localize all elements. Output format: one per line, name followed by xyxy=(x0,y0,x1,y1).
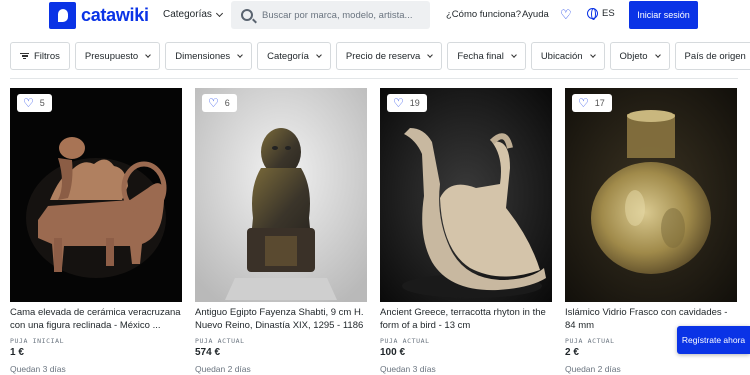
bid-value: 1 € xyxy=(10,347,24,358)
filter-location[interactable]: Ubicación xyxy=(530,42,605,70)
heart-icon: ♡ xyxy=(23,96,34,110)
catawiki-logo[interactable]: catawiki xyxy=(49,2,149,29)
time-left: Quedan 2 días xyxy=(565,364,621,374)
filter-country[interactable]: País de origen xyxy=(674,42,750,70)
heart-icon: ♡ xyxy=(578,96,589,110)
filter-object[interactable]: Objeto xyxy=(609,42,670,70)
chevron-down-icon xyxy=(215,9,223,17)
favorite-button[interactable]: ♡ 19 xyxy=(387,94,427,112)
filter-end-date[interactable]: Fecha final xyxy=(447,42,526,70)
filter-label: Dimensiones xyxy=(175,50,231,62)
favorites-heart-icon[interactable]: ♡ xyxy=(560,8,572,21)
chevron-down-icon xyxy=(654,51,661,58)
filter-budget[interactable]: Presupuesto xyxy=(74,42,161,70)
bid-value: 100 € xyxy=(380,347,406,358)
help-link[interactable]: Ayuda xyxy=(522,9,549,20)
filter-label: Objeto xyxy=(619,50,648,62)
favorite-count: 17 xyxy=(594,98,605,108)
register-button[interactable]: Regístrate ahora xyxy=(677,326,750,354)
filter-bar: Filtros Presupuesto Dimensiones Categorí… xyxy=(10,42,750,70)
how-it-works-link[interactable]: ¿Cómo funciona? xyxy=(446,9,521,20)
lot-card[interactable]: ♡ 19 Ancient Greece, terracotta rhyton i… xyxy=(380,88,552,374)
lot-image[interactable]: ♡ 5 xyxy=(10,88,182,302)
filter-label: Ubicación xyxy=(540,50,583,62)
search-bar[interactable] xyxy=(231,1,430,29)
login-button[interactable]: Iniciar sesión xyxy=(629,1,698,29)
filter-label: Filtros xyxy=(34,50,60,62)
filters-button[interactable]: Filtros xyxy=(10,42,70,70)
divider xyxy=(10,78,738,79)
search-input[interactable] xyxy=(262,9,422,21)
favorite-count: 5 xyxy=(39,98,45,108)
lot-image[interactable]: ♡ 19 xyxy=(380,88,552,302)
globe-icon xyxy=(587,8,598,20)
time-left: Quedan 3 días xyxy=(380,364,436,374)
favorite-button[interactable]: ♡ 5 xyxy=(17,94,52,112)
lot-card[interactable]: ♡ 6 Antiguo Egipto Fayenza Shabti, 9 cm … xyxy=(195,88,367,374)
chevron-down-icon xyxy=(510,51,517,58)
time-left: Quedan 2 días xyxy=(195,364,251,374)
lot-card[interactable]: ♡ 5 Cama elevada de cerámica veracruzana… xyxy=(10,88,182,374)
favorite-count: 6 xyxy=(224,98,230,108)
language-selector[interactable]: ES xyxy=(587,8,615,20)
filter-label: Precio de reserva xyxy=(345,50,421,62)
heart-icon: ♡ xyxy=(393,96,404,110)
filter-label: Fecha final xyxy=(457,50,504,62)
favorite-button[interactable]: ♡ 17 xyxy=(572,94,612,112)
filter-dimensions[interactable]: Dimensiones xyxy=(165,42,253,70)
categories-menu[interactable]: Categorías xyxy=(163,9,223,20)
bid-label: PUJA INICIAL xyxy=(10,337,65,345)
time-left: Quedan 3 días xyxy=(10,364,66,374)
categories-label: Categorías xyxy=(163,9,212,20)
filter-label: Presupuesto xyxy=(84,50,139,62)
heart-icon: ♡ xyxy=(208,96,219,110)
lot-title[interactable]: Antiguo Egipto Fayenza Shabti, 9 cm H. N… xyxy=(195,307,367,332)
lot-title[interactable]: Cama elevada de cerámica veracruzana con… xyxy=(10,307,182,332)
chevron-down-icon xyxy=(589,51,596,58)
filter-category[interactable]: Categoría xyxy=(257,42,331,70)
bid-label: PUJA ACTUAL xyxy=(380,337,430,345)
favorite-button[interactable]: ♡ 6 xyxy=(202,94,237,112)
filter-label: Categoría xyxy=(267,50,309,62)
language-code: ES xyxy=(602,8,615,19)
chevron-down-icon xyxy=(427,51,434,58)
chevron-down-icon xyxy=(145,51,152,58)
chevron-down-icon xyxy=(237,51,243,58)
lot-image[interactable]: ♡ 6 xyxy=(195,88,367,302)
logo-text: catawiki xyxy=(81,5,149,25)
filter-label: País de origen xyxy=(684,50,746,62)
top-nav: catawiki Categorías ¿Cómo funciona? Ayud… xyxy=(0,0,750,30)
bid-value: 574 € xyxy=(195,347,221,358)
search-icon xyxy=(241,9,253,21)
favorite-count: 19 xyxy=(409,98,420,108)
chevron-down-icon xyxy=(316,51,322,58)
catawiki-logo-icon xyxy=(49,2,76,29)
filter-icon xyxy=(20,52,29,60)
bid-label: PUJA ACTUAL xyxy=(195,337,245,345)
filter-reserve-price[interactable]: Precio de reserva xyxy=(335,42,443,70)
lot-title[interactable]: Ancient Greece, terracotta rhyton in the… xyxy=(380,307,552,332)
lot-image[interactable]: ♡ 17 xyxy=(565,88,737,302)
